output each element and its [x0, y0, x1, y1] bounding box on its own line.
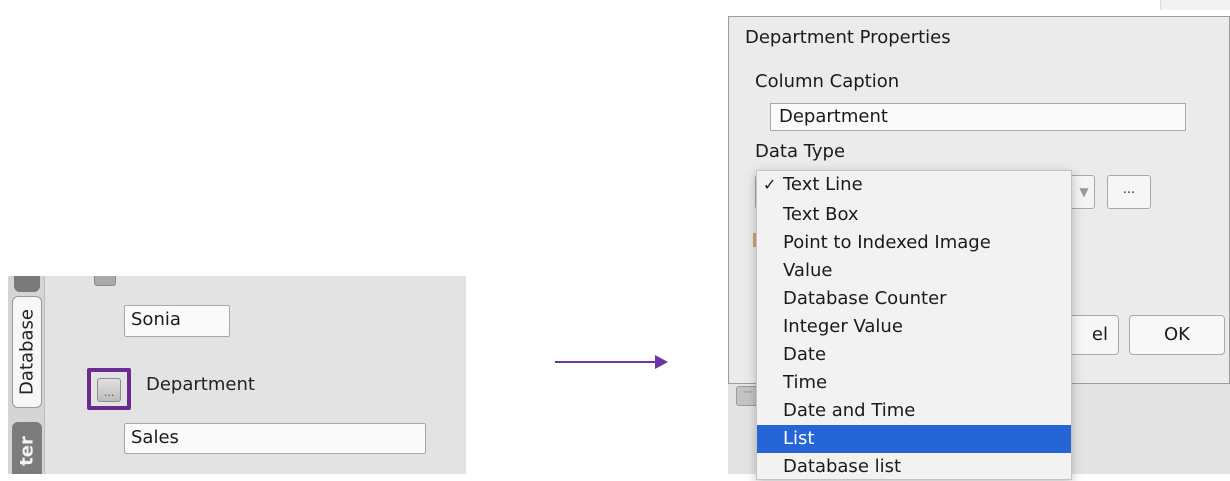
name-field[interactable]: Sonia [124, 305, 230, 337]
menu-item-label: Point to Indexed Image [783, 232, 991, 253]
department-properties-button[interactable]: ... [97, 378, 121, 402]
menu-item-text-box[interactable]: Text Box [757, 201, 1071, 229]
department-field[interactable]: Sales [124, 423, 426, 454]
menu-item-text-line[interactable]: ✓ Text Line [757, 171, 1071, 201]
menu-item-label: Time [783, 372, 828, 393]
column-caption-input[interactable]: Department [770, 103, 1186, 131]
menu-item-label: List [783, 428, 815, 449]
vertical-tab-strip: Database ter [8, 276, 45, 474]
menu-item-date-and-time[interactable]: Date and Time [757, 397, 1071, 425]
menu-item-label: Date and Time [783, 400, 916, 421]
menu-item-label: Date [783, 344, 827, 365]
arrow-right-icon [655, 355, 668, 369]
menu-item-point-to-indexed-image[interactable]: Point to Indexed Image [757, 229, 1071, 257]
menu-item-time[interactable]: Time [757, 369, 1071, 397]
tab-partial-top[interactable] [14, 276, 40, 292]
tab-printer-label: ter [16, 436, 38, 467]
menu-item-value[interactable]: Value [757, 257, 1071, 285]
data-type-more-button[interactable]: ... [1107, 175, 1151, 209]
menu-item-label: Database Counter [783, 288, 947, 309]
data-type-label: Data Type [755, 141, 846, 162]
background-window-corner [1160, 0, 1230, 10]
data-type-dropdown-menu: ✓ Text Line Text Box Point to Indexed Im… [756, 170, 1072, 480]
database-panel: Database ter ··· — — — — Sonia ... Depar… [8, 276, 466, 474]
faded-field-label: — — — — [128, 276, 212, 284]
menu-item-label: Text Line [783, 174, 863, 195]
menu-item-label: Text Box [783, 204, 859, 225]
ok-button[interactable]: OK [1129, 315, 1225, 355]
tab-database[interactable]: Database [12, 296, 42, 408]
column-caption-label: Column Caption [755, 71, 900, 92]
menu-item-database-counter[interactable]: Database Counter [757, 285, 1071, 313]
tab-printer[interactable]: ter [12, 422, 42, 474]
highlighted-ellipsis-frame: ... [87, 368, 131, 410]
checkmark-icon: ✓ [763, 175, 777, 194]
menu-item-label: Value [783, 260, 833, 281]
menu-item-integer-value[interactable]: Integer Value [757, 313, 1071, 341]
chevron-down-icon[interactable]: ▼ [1073, 177, 1095, 207]
menu-item-label: Integer Value [783, 316, 903, 337]
tab-database-label: Database [16, 309, 38, 395]
arrow-line [555, 361, 657, 363]
menu-item-database-list[interactable]: Database list [757, 453, 1071, 481]
menu-item-date[interactable]: Date [757, 341, 1071, 369]
ellipsis-button-partial[interactable]: ··· [94, 276, 116, 286]
dialog-title: Department Properties [745, 27, 951, 48]
menu-item-list[interactable]: List [757, 425, 1071, 453]
department-label: Department [146, 374, 255, 395]
